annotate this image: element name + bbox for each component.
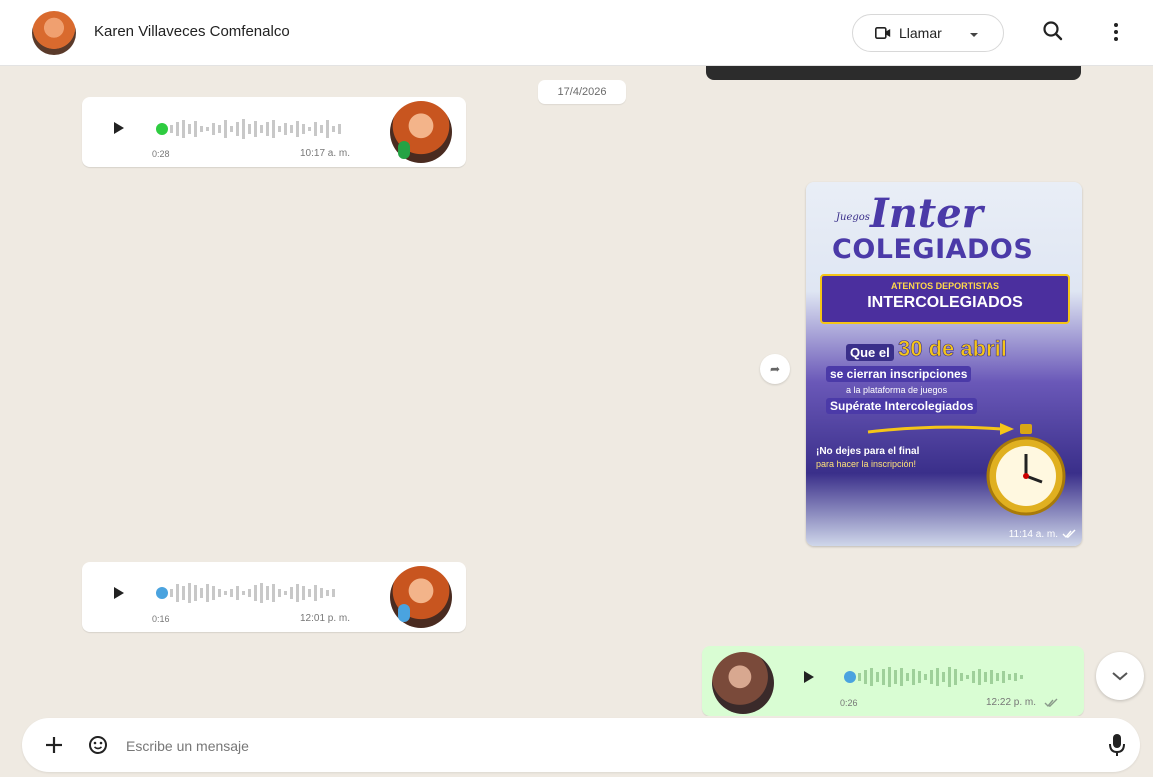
voice-message-incoming: 0:16 12:01 p. m. [82,562,466,632]
voice-message-incoming: 0:28 10:17 a. m. [82,97,466,167]
search-icon[interactable] [1040,18,1068,46]
message-time: 12:01 p. m. [300,613,351,624]
date-separator: 17/4/2026 [538,80,626,104]
poster-banner-line1: ATENTOS DEPORTISTAS [890,281,999,291]
sticker-icon[interactable] [86,733,110,757]
read-check-icon [1044,698,1058,708]
waveform[interactable] [170,580,360,606]
voice-message-outgoing: 0:26 12:22 p. m. [702,646,1084,716]
playback-dot[interactable] [156,587,168,599]
waveform[interactable] [170,116,360,142]
poster-title-inter: Inter [870,190,983,237]
chevron-down-icon [1112,672,1128,681]
contact-name[interactable]: Karen Villaveces Comfenalco [94,23,290,40]
message-input[interactable] [124,730,1028,762]
message-composer [22,718,1140,772]
video-call-icon [875,27,891,39]
voice-duration: 0:16 [152,614,170,624]
call-label: Llamar [899,25,942,41]
mic-icon [398,604,410,622]
kebab-menu-icon[interactable] [1106,18,1126,46]
poster-body-line3: a la plataforma de juegos [846,385,948,395]
plus-icon[interactable] [44,735,64,755]
chevron-down-icon[interactable] [969,30,979,40]
poster-title-colegiados: COLEGIADOS [832,234,1034,265]
mic-icon [398,141,410,159]
image-time: 11:14 a. m. [1008,529,1058,540]
poster-brand: Juegos [836,212,870,223]
play-icon[interactable] [804,671,814,683]
call-button[interactable]: Llamar [852,14,1004,52]
image-message-outgoing[interactable]: Juegos Inter COLEGIADOS ATENTOS DEPORTIS… [806,182,1082,546]
voice-duration: 0:26 [840,698,858,708]
clock-graphic [986,424,1066,516]
previous-image-strip[interactable] [706,66,1081,80]
playback-dot[interactable] [156,123,168,135]
poster-footer-line2: para hacer la inscripción! [816,459,917,469]
play-icon[interactable] [114,122,124,134]
message-time: 10:17 a. m. [300,148,351,159]
voice-duration: 0:28 [152,149,170,159]
poster-body-pre: Que el [846,344,894,361]
waveform[interactable] [858,664,1058,690]
poster-banner: ATENTOS DEPORTISTAS INTERCOLEGIADOS [820,274,1070,324]
chat-header: Karen Villaveces Comfenalco Llamar [0,0,1153,66]
contact-avatar[interactable] [32,11,76,55]
sender-avatar [712,652,774,714]
poster-body-line2: se cierran inscripciones [826,366,972,382]
scroll-to-bottom-button[interactable] [1096,652,1144,700]
chat-area[interactable]: 17/4/2026 0:28 10:17 a. m. ➦ Juegos Inte… [0,66,1153,716]
play-icon[interactable] [114,587,124,599]
poster-body-date: 30 de abril [898,336,1007,362]
poster-banner-line2: INTERCOLEGIADOS [867,294,1023,311]
message-time: 12:22 p. m. [986,697,1037,708]
mic-icon[interactable] [1108,732,1126,758]
poster-footer-line1: ¡No dejes para el final [816,446,920,457]
forward-icon[interactable]: ➦ [760,354,790,384]
poster-body-line4: Supérate Intercolegiados [826,398,978,414]
playback-dot[interactable] [844,671,856,683]
read-check-icon [1062,529,1076,539]
